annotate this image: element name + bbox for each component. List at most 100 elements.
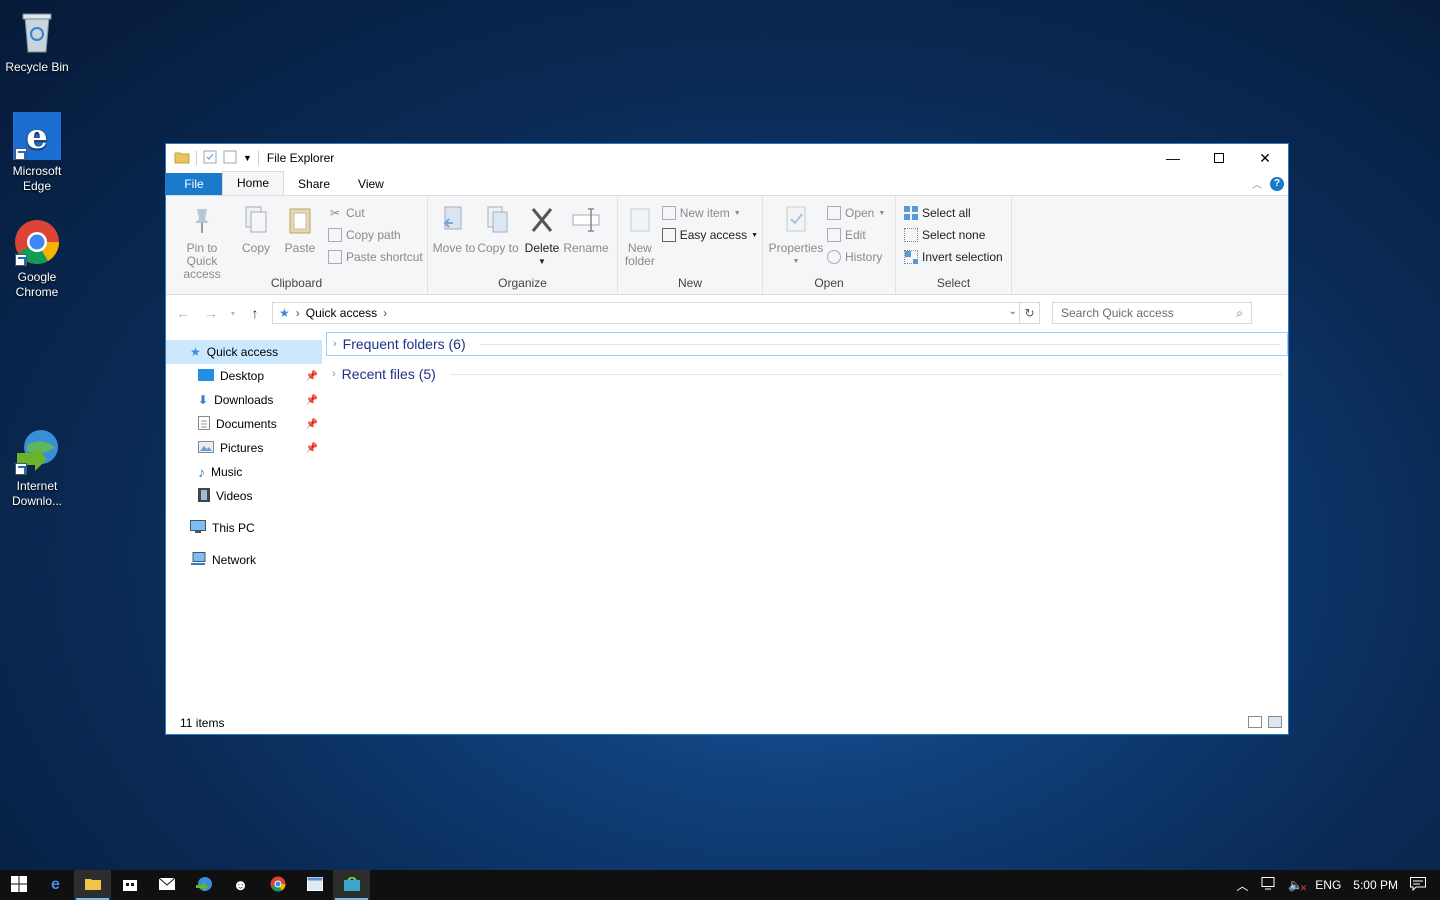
paste-shortcut-icon <box>328 250 342 264</box>
group-label: Select <box>936 276 971 290</box>
title-bar[interactable]: ▼ File Explorer — ✕ <box>166 144 1288 172</box>
taskbar-file-explorer[interactable] <box>74 870 111 900</box>
pin-icon: 📌 <box>305 418 318 430</box>
film-icon <box>198 487 210 505</box>
volume-muted-icon[interactable]: 🔈 ✕ <box>1288 878 1307 893</box>
desktop-icon-label: Internet Downlo... <box>11 479 63 508</box>
open-icon <box>827 206 841 220</box>
new-folder-qat-icon[interactable] <box>223 150 237 167</box>
back-button[interactable]: ← <box>172 305 194 321</box>
window-title: File Explorer <box>266 151 335 165</box>
download-arrow-icon: ⬇ <box>198 393 209 407</box>
taskbar-paint[interactable]: ☻ <box>222 870 259 900</box>
network-status-icon[interactable] <box>1260 876 1276 894</box>
breadcrumb-quick-access[interactable]: Quick access <box>306 306 377 320</box>
properties-qat-icon[interactable] <box>203 150 217 167</box>
taskbar-running-app[interactable] <box>333 870 370 900</box>
new-item-button[interactable]: New item ▼ <box>661 204 758 222</box>
chevron-down-icon: ▼ <box>538 257 546 266</box>
desktop-icon-internet-download[interactable]: Internet Downlo... <box>0 427 74 509</box>
history-button[interactable]: History <box>827 248 885 266</box>
delete-x-icon <box>526 202 558 238</box>
large-icons-view-icon[interactable] <box>1268 716 1282 728</box>
maximize-button[interactable] <box>1196 144 1242 172</box>
nav-quick-access[interactable]: ★ Quick access <box>166 340 322 364</box>
music-note-icon: ♪ <box>198 464 205 480</box>
easy-access-button[interactable]: Easy access ▼ <box>661 226 758 244</box>
desktop-icon-edge[interactable]: e Microsoft Edge <box>0 112 74 194</box>
chevron-down-icon: ▼ <box>733 209 741 217</box>
nav-network[interactable]: Network <box>166 548 322 572</box>
invert-selection-button[interactable]: Invert selection <box>904 248 1003 266</box>
file-explorer-window: ▼ File Explorer — ✕ File Home Share View… <box>165 143 1289 735</box>
tab-file[interactable]: File <box>166 173 222 195</box>
select-none-button[interactable]: Select none <box>904 226 1003 244</box>
desktop-icon-chrome[interactable]: Google Chrome <box>0 218 74 300</box>
cut-button[interactable]: ✂ Cut <box>328 204 423 222</box>
nav-documents[interactable]: Documents 📌 <box>166 412 322 436</box>
search-icon: ⌕ <box>1236 305 1243 320</box>
taskbar-chrome[interactable] <box>259 870 296 900</box>
recycle-bin-icon <box>13 8 61 56</box>
clipboard-icon <box>284 202 316 238</box>
recent-locations-button[interactable]: ▾ <box>228 309 238 318</box>
network-icon <box>190 551 206 569</box>
minimize-button[interactable]: — <box>1150 144 1196 172</box>
history-icon <box>827 250 841 264</box>
help-icon[interactable]: ? <box>1270 176 1284 191</box>
breadcrumb-separator-icon: › <box>383 306 388 320</box>
desktop-icon-recycle-bin[interactable]: Recycle Bin <box>0 8 74 75</box>
nav-this-pc[interactable]: This PC <box>166 516 322 540</box>
navigation-pane: ★ Quick access Desktop 📌 ⬇ Downloads 📌 Doc… <box>166 328 322 734</box>
collapse-ribbon-icon[interactable]: ︿ <box>1252 176 1262 191</box>
taskbar-internet-download[interactable] <box>185 870 222 900</box>
edit-button[interactable]: Edit <box>827 226 885 244</box>
nav-music[interactable]: ♪ Music <box>166 460 322 484</box>
address-dropdown-icon[interactable]: ⌄ <box>1009 306 1017 317</box>
open-button[interactable]: Open ▼ <box>827 204 885 222</box>
move-to-icon <box>438 202 470 238</box>
clock[interactable]: 5:00 PM <box>1353 878 1398 892</box>
tab-home[interactable]: Home <box>222 171 285 195</box>
pin-icon: 📌 <box>305 370 318 382</box>
up-button[interactable]: ↑ <box>244 305 266 321</box>
nav-pictures[interactable]: Pictures 📌 <box>166 436 322 460</box>
tab-share[interactable]: Share <box>284 173 344 195</box>
shortcut-arrow-icon <box>15 148 27 160</box>
tab-view[interactable]: View <box>344 173 398 195</box>
pin-icon: 📌 <box>305 442 318 454</box>
nav-downloads[interactable]: ⬇ Downloads 📌 <box>166 388 322 412</box>
nav-desktop[interactable]: Desktop 📌 <box>166 364 322 388</box>
details-view-icon[interactable] <box>1248 716 1262 728</box>
select-all-icon <box>904 206 918 220</box>
qat-dropdown-icon[interactable]: ▼ <box>243 153 252 163</box>
address-bar[interactable]: ★ › Quick access › ⌄ ↻ <box>272 302 1040 324</box>
forward-button[interactable]: → <box>200 305 222 321</box>
select-all-button[interactable]: Select all <box>904 204 1003 222</box>
refresh-icon[interactable]: ↻ <box>1019 303 1039 323</box>
divider <box>449 373 1282 375</box>
group-frequent-folders[interactable]: › Frequent folders (6) <box>326 332 1288 356</box>
start-button[interactable] <box>0 870 37 900</box>
group-label: Organize <box>498 276 547 290</box>
chevron-up-icon[interactable]: ︿ <box>1236 877 1248 894</box>
desktop-folder-icon <box>198 368 214 384</box>
taskbar-edge[interactable]: e <box>37 870 74 900</box>
pictures-icon <box>198 440 214 456</box>
search-input[interactable]: Search Quick access ⌕ <box>1052 302 1252 324</box>
edge-icon: e <box>51 876 60 893</box>
paste-shortcut-button[interactable]: Paste shortcut <box>328 248 423 266</box>
taskbar-mail[interactable] <box>148 870 185 900</box>
taskbar-store[interactable] <box>111 870 148 900</box>
windows-logo-icon <box>10 875 27 895</box>
nav-videos[interactable]: Videos <box>166 484 322 508</box>
close-button[interactable]: ✕ <box>1242 144 1288 172</box>
action-center-icon[interactable] <box>1410 876 1426 894</box>
taskbar-window-app[interactable] <box>296 870 333 900</box>
copy-path-button[interactable]: Copy path <box>328 226 423 244</box>
group-recent-files[interactable]: › Recent files (5) <box>326 362 1288 386</box>
group-select: Select all Select none Invert selection … <box>896 196 1012 294</box>
scissors-icon: ✂ <box>329 206 341 220</box>
pin-icon <box>186 202 218 238</box>
language-indicator[interactable]: ENG <box>1315 878 1341 892</box>
